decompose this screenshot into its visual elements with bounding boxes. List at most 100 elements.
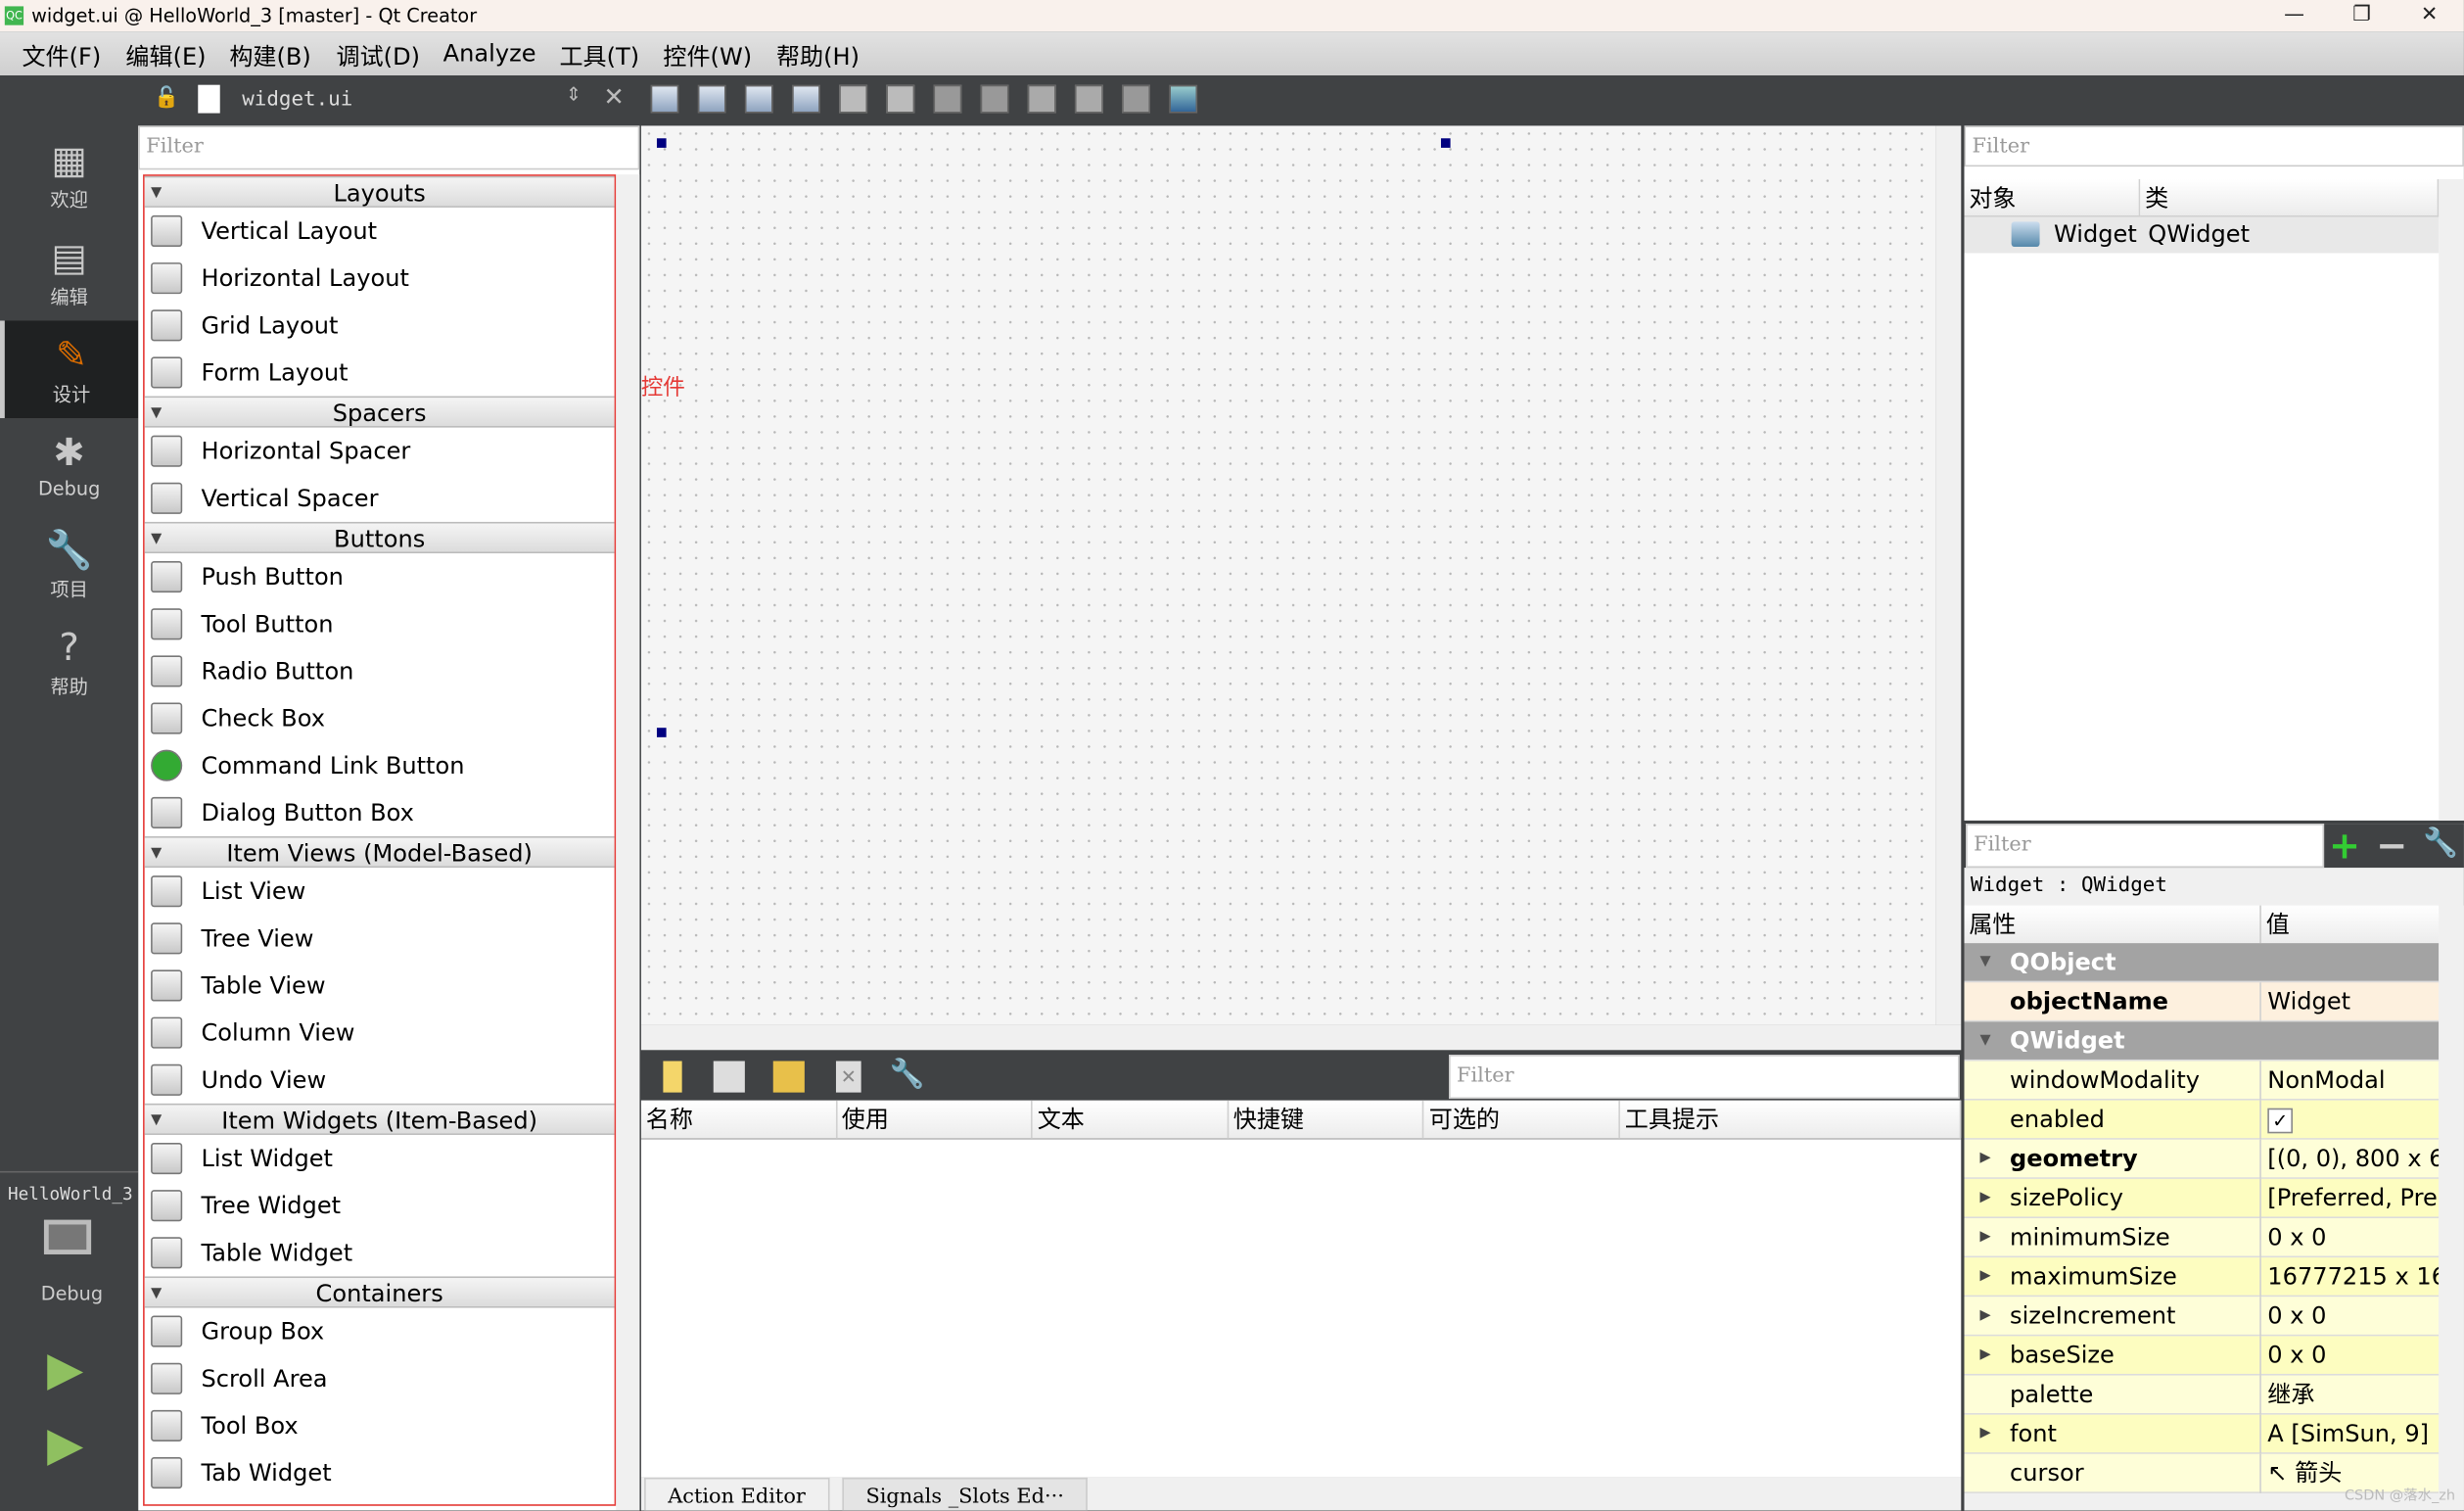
minimize-button[interactable]: —: [2259, 0, 2329, 31]
object-row-widget[interactable]: Widget QWidget: [1964, 216, 2440, 254]
collapse-arrow-icon[interactable]: ▼: [1980, 1021, 1991, 1061]
collapse-arrow-icon[interactable]: ▼: [151, 177, 162, 209]
widget-item[interactable]: Tool Button: [145, 600, 615, 647]
copy-action-icon[interactable]: [713, 1061, 745, 1093]
property-row[interactable]: ▶ baseSize 0 x 0: [1964, 1336, 2440, 1376]
menu-item[interactable]: 文件(F): [22, 39, 101, 72]
widget-category[interactable]: ▼ Item Widgets (Item-Based): [144, 1103, 615, 1136]
property-row[interactable]: ▶ geometry [(0, 0), 800 x 6...: [1964, 1139, 2440, 1179]
property-value[interactable]: [Preferred, Pre...: [2259, 1178, 2439, 1219]
enabled-checkbox[interactable]: ✓: [2259, 1100, 2439, 1140]
widget-item[interactable]: Dialog Button Box: [145, 789, 615, 836]
collapse-arrow-icon[interactable]: ▼: [1980, 943, 1991, 982]
expand-arrow-icon[interactable]: ▶: [1980, 1179, 1991, 1218]
file-switch-arrows-icon[interactable]: ⇕: [566, 83, 581, 105]
column-class[interactable]: 类: [2140, 178, 2440, 217]
expand-arrow-icon[interactable]: ▶: [1980, 1218, 1991, 1257]
run-icon[interactable]: ▶: [47, 1343, 83, 1397]
expand-arrow-icon[interactable]: ▶: [1980, 1257, 1991, 1297]
widget-item[interactable]: Column View: [145, 1010, 615, 1057]
menu-item[interactable]: 编辑(E): [125, 39, 206, 72]
layout-horizontal-splitter-icon[interactable]: [933, 84, 962, 114]
widget-item[interactable]: Undo View: [145, 1057, 615, 1104]
property-editor-scrollbar[interactable]: [2439, 905, 2464, 1511]
mode-1[interactable]: ▤ 编辑: [0, 223, 138, 321]
canvas-horizontal-scrollbar[interactable]: [640, 1024, 1962, 1051]
widget-filter-input[interactable]: Filter: [138, 125, 640, 170]
widget-item[interactable]: Scroll Area: [145, 1355, 615, 1402]
action-table[interactable]: [640, 1139, 1962, 1478]
property-value[interactable]: 0 x 0: [2259, 1297, 2439, 1337]
collapse-arrow-icon[interactable]: ▼: [151, 1105, 162, 1136]
widget-item[interactable]: Grid Layout: [145, 302, 615, 349]
action-column[interactable]: 使用: [837, 1100, 1033, 1139]
widget-item[interactable]: Tree Widget: [145, 1182, 615, 1229]
property-value[interactable]: 继承: [2259, 1375, 2439, 1415]
widget-item[interactable]: Horizontal Spacer: [145, 428, 615, 475]
property-value[interactable]: A [SimSun, 9]: [2259, 1414, 2439, 1454]
action-column[interactable]: 可选的: [1424, 1100, 1620, 1139]
property-row[interactable]: ▶ sizePolicy [Preferred, Pre...: [1964, 1178, 2440, 1219]
widget-item[interactable]: Radio Button: [145, 647, 615, 694]
expand-arrow-icon[interactable]: ▶: [1980, 1140, 1991, 1179]
property-row[interactable]: ▶ font A [SimSun, 9]: [1964, 1414, 2440, 1454]
property-value[interactable]: 0 x 0: [2259, 1336, 2439, 1376]
configure-icon[interactable]: 🔧: [890, 1058, 925, 1091]
collapse-arrow-icon[interactable]: ▼: [151, 838, 162, 870]
break-layout-icon[interactable]: [1122, 84, 1151, 114]
lock-icon[interactable]: 🔓: [154, 86, 179, 110]
property-row[interactable]: objectName Widget: [1964, 982, 2440, 1022]
property-row[interactable]: palette 继承: [1964, 1375, 2440, 1415]
layout-vertical-icon[interactable]: [886, 84, 915, 114]
edit-widgets-icon[interactable]: [650, 84, 679, 114]
layout-grid-icon[interactable]: [1074, 84, 1103, 114]
column-property[interactable]: 属性: [1969, 906, 2016, 944]
collapse-arrow-icon[interactable]: ▼: [151, 524, 162, 555]
expand-arrow-icon[interactable]: ▶: [1980, 1297, 1991, 1336]
action-column[interactable]: 文本: [1033, 1100, 1229, 1139]
action-column[interactable]: 快捷键: [1229, 1100, 1424, 1139]
edit-signals-slots-icon[interactable]: [697, 84, 726, 114]
mode-0[interactable]: ▦ 欢迎: [0, 125, 138, 223]
layout-form-icon[interactable]: [1027, 84, 1056, 114]
delete-action-icon[interactable]: ✕: [835, 1061, 861, 1093]
menu-item[interactable]: 帮助(H): [776, 39, 860, 72]
widget-category[interactable]: ▼ Containers: [144, 1276, 615, 1309]
mode-5[interactable]: ? 帮助: [0, 613, 138, 711]
form-canvas[interactable]: 控件: [640, 125, 1936, 1025]
menu-item[interactable]: 工具(T): [559, 39, 639, 72]
widget-item[interactable]: Table Widget: [145, 1229, 615, 1276]
column-value[interactable]: 值: [2259, 905, 2290, 944]
edit-tab-order-icon[interactable]: [792, 84, 820, 114]
kit-selector-icon[interactable]: [43, 1219, 92, 1254]
property-row[interactable]: ▼ QObject: [1964, 943, 2440, 983]
widget-category[interactable]: ▼ Buttons: [144, 521, 615, 555]
configure-icon[interactable]: 🔧: [2423, 826, 2458, 860]
tab-signals-slots-editor[interactable]: Signals _Slots Ed···: [842, 1477, 1088, 1511]
kit-build-config[interactable]: Debug: [41, 1283, 103, 1304]
resize-handle[interactable]: [656, 728, 667, 737]
paste-action-icon[interactable]: [772, 1061, 805, 1093]
widget-item[interactable]: Push Button: [145, 553, 615, 600]
widget-item[interactable]: Check Box: [145, 694, 615, 741]
property-row[interactable]: ▶ minimumSize 0 x 0: [1964, 1218, 2440, 1258]
remove-property-icon[interactable]: −: [2376, 824, 2407, 868]
edit-buddies-icon[interactable]: [744, 84, 773, 114]
property-row[interactable]: ▶ maximumSize 16777215 x 16...: [1964, 1257, 2440, 1298]
widget-item[interactable]: Command Link Button: [145, 742, 615, 789]
property-value[interactable]: [(0, 0), 800 x 6...: [2259, 1139, 2439, 1179]
layout-horizontal-icon[interactable]: [839, 84, 868, 114]
widget-item[interactable]: Vertical Layout: [145, 208, 615, 255]
menu-item[interactable]: Analyze: [443, 39, 536, 68]
layout-vertical-splitter-icon[interactable]: [980, 84, 1009, 114]
collapse-arrow-icon[interactable]: ▼: [151, 398, 162, 429]
close-window-button[interactable]: ✕: [2394, 0, 2464, 31]
property-filter-input[interactable]: Filter: [1966, 824, 2325, 869]
collapse-arrow-icon[interactable]: ▼: [151, 1278, 162, 1309]
resize-handle[interactable]: [656, 138, 667, 148]
column-object[interactable]: 对象: [1964, 178, 2141, 217]
widget-item[interactable]: Horizontal Layout: [145, 255, 615, 302]
expand-arrow-icon[interactable]: ▶: [1980, 1415, 1991, 1454]
action-filter-input[interactable]: Filter: [1448, 1055, 1960, 1100]
widget-item[interactable]: Tool Box: [145, 1402, 615, 1449]
